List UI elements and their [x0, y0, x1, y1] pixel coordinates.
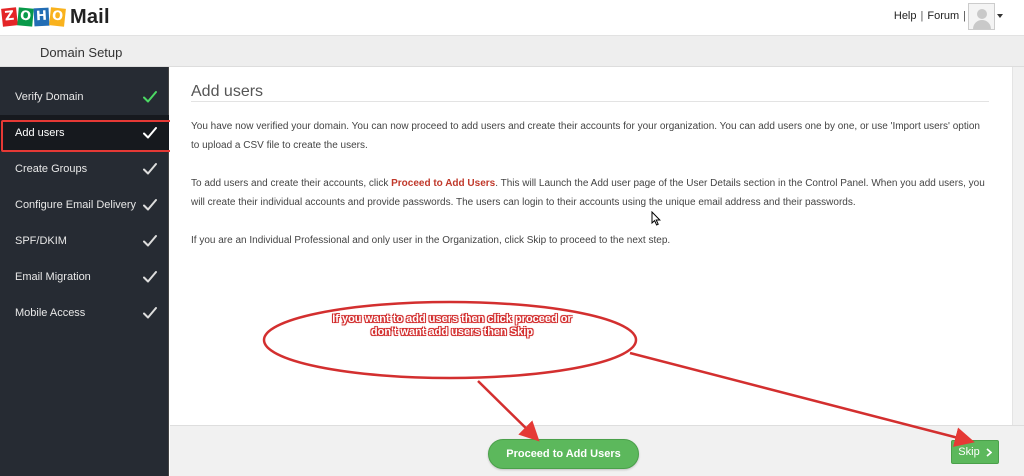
main-content: Add users You have now verified your dom…: [170, 67, 1012, 425]
skip-button[interactable]: Skip: [951, 440, 999, 464]
proceed-highlight: Proceed to Add Users: [391, 178, 496, 189]
sidebar-item-create-groups[interactable]: Create Groups: [0, 151, 169, 187]
sidebar-item-label: Add users: [15, 127, 65, 139]
sidebar-item-label: SPF/DKIM: [15, 235, 67, 247]
logo-letter: H: [33, 7, 50, 27]
check-icon: [143, 235, 157, 247]
skip-button-label: Skip: [958, 446, 980, 458]
logo-letter: O: [49, 7, 66, 27]
skip-hint-paragraph: If you are an Individual Professional an…: [191, 235, 671, 246]
sidebar-item-label: Create Groups: [15, 163, 88, 175]
sidebar-item-label: Mobile Access: [15, 307, 86, 319]
sidebar-item-spf-dkim[interactable]: SPF/DKIM: [0, 223, 169, 259]
check-icon: [143, 127, 157, 139]
logo-letter: Z: [1, 7, 18, 27]
sidebar-item-configure-email-delivery[interactable]: Configure Email Delivery: [0, 187, 169, 223]
logo-word: Mail: [70, 5, 110, 28]
header-links: Help | Forum |: [894, 10, 966, 22]
check-icon: [143, 199, 157, 211]
heading-divider: [191, 101, 989, 102]
caret-down-icon[interactable]: [997, 14, 1003, 18]
link-separator: |: [963, 10, 966, 22]
check-icon: [143, 91, 157, 103]
chevron-right-icon: [986, 447, 992, 457]
sidebar-item-verify-domain[interactable]: Verify Domain: [0, 79, 169, 115]
help-link[interactable]: Help: [894, 10, 917, 22]
zoho-mail-logo[interactable]: Z O H O Mail: [1, 5, 110, 28]
vertical-scrollbar[interactable]: [1012, 67, 1024, 425]
sidebar-item-label: Verify Domain: [15, 91, 84, 103]
link-separator: |: [920, 10, 924, 22]
avatar-head-shape: [977, 9, 987, 19]
sidebar-item-add-users[interactable]: Add users: [0, 115, 169, 151]
instructions-text: To add users and create their accounts, …: [191, 178, 392, 189]
check-icon: [143, 307, 157, 319]
intro-paragraph: You have now verified your domain. You c…: [191, 121, 980, 151]
avatar-body-shape: [973, 20, 991, 29]
forum-link[interactable]: Forum: [927, 10, 959, 22]
sidebar-item-label: Configure Email Delivery: [15, 199, 137, 211]
sidebar-item-label: Email Migration: [15, 271, 91, 283]
instructions-paragraph: To add users and create their accounts, …: [191, 174, 991, 212]
check-icon: [143, 271, 157, 283]
setup-steps-sidebar: Verify Domain Add users Create Groups Co…: [0, 67, 169, 476]
proceed-to-add-users-button[interactable]: Proceed to Add Users: [488, 439, 639, 469]
sidebar-item-email-migration[interactable]: Email Migration: [0, 259, 169, 295]
top-bar: Z O H O Mail Help | Forum |: [0, 0, 1024, 36]
section-heading: Add users: [191, 83, 264, 100]
user-avatar[interactable]: [968, 3, 995, 30]
sidebar-item-mobile-access[interactable]: Mobile Access: [0, 295, 169, 331]
check-icon: [143, 163, 157, 175]
page-title: Domain Setup: [40, 45, 123, 60]
proceed-button-label: Proceed to Add Users: [506, 448, 621, 460]
sub-header: Domain Setup: [0, 36, 1024, 67]
logo-letter: O: [17, 7, 34, 27]
